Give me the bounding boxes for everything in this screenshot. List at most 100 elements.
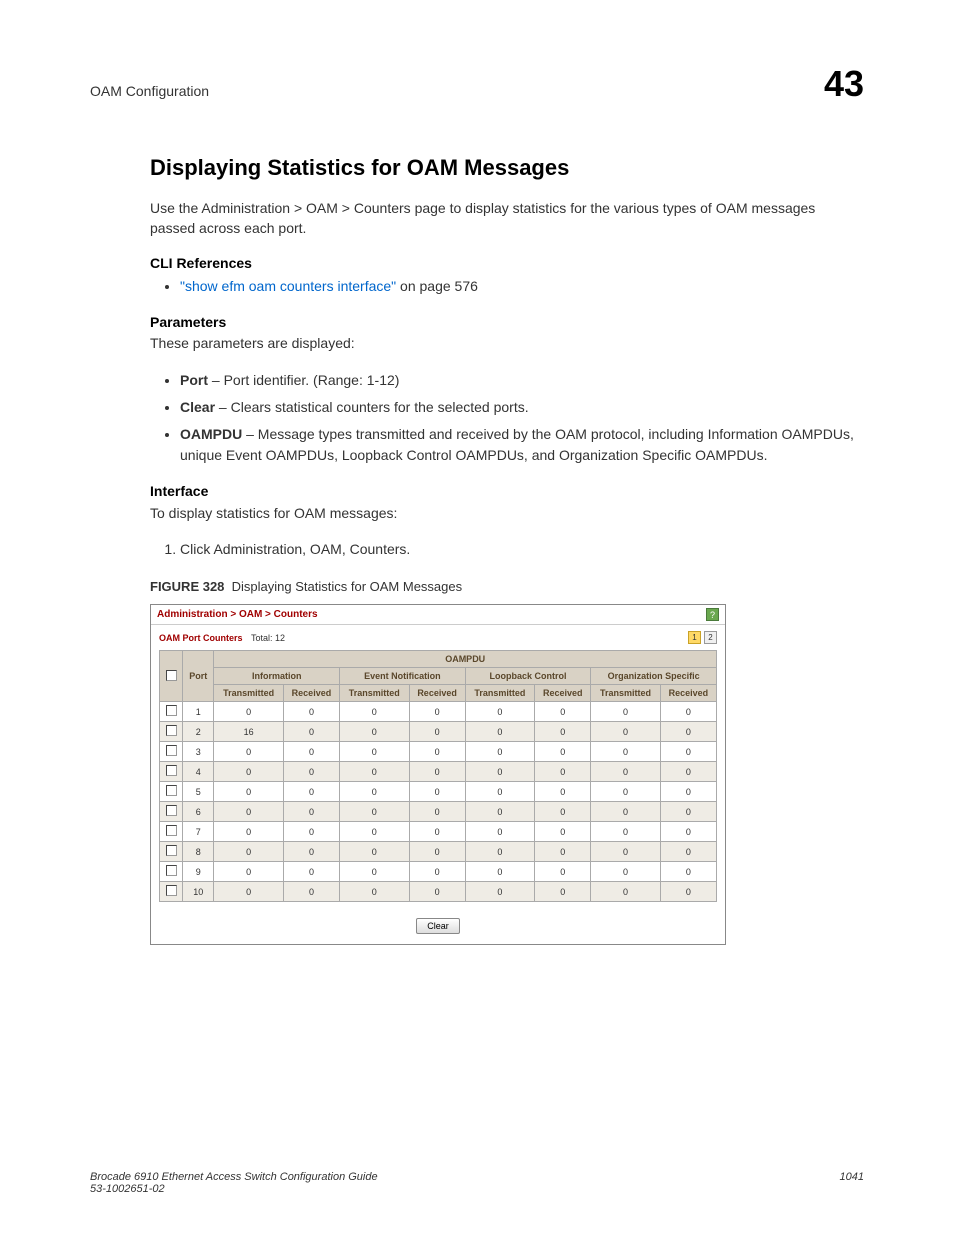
- value-cell: 0: [283, 862, 339, 882]
- value-cell: 0: [660, 882, 716, 902]
- value-cell: 0: [214, 742, 283, 762]
- value-cell: 0: [660, 802, 716, 822]
- group-header: Information: [214, 668, 340, 685]
- port-cell: 1: [183, 702, 214, 722]
- cli-link[interactable]: "show efm oam counters interface": [180, 278, 396, 294]
- footer-title: Brocade 6910 Ethernet Access Switch Conf…: [90, 1171, 378, 1183]
- value-cell: 0: [409, 742, 465, 762]
- interface-intro: To display statistics for OAM messages:: [150, 504, 864, 524]
- checkbox-icon[interactable]: [166, 845, 177, 856]
- value-cell: 0: [409, 762, 465, 782]
- port-cell: 9: [183, 862, 214, 882]
- page-badge-2[interactable]: 2: [704, 631, 717, 644]
- counters-bar: OAM Port Counters Total: 12 1 2: [151, 625, 725, 650]
- sub-header: Transmitted: [214, 685, 283, 702]
- value-cell: 0: [340, 802, 409, 822]
- counters-total: Total: 12: [251, 633, 285, 643]
- cli-list: "show efm oam counters interface" on pag…: [150, 276, 864, 297]
- params-list: Port – Port identifier. (Range: 1-12) Cl…: [150, 370, 864, 466]
- table-row: 400000000: [160, 762, 717, 782]
- value-cell: 0: [283, 762, 339, 782]
- checkbox-icon[interactable]: [166, 725, 177, 736]
- checkbox-icon[interactable]: [166, 805, 177, 816]
- value-cell: 0: [660, 742, 716, 762]
- value-cell: 0: [214, 802, 283, 822]
- params-intro: These parameters are displayed:: [150, 334, 864, 354]
- row-checkbox-cell[interactable]: [160, 742, 183, 762]
- checkbox-icon[interactable]: [166, 785, 177, 796]
- param-item: OAMPDU – Message types transmitted and r…: [180, 424, 864, 466]
- value-cell: 0: [535, 762, 591, 782]
- checkbox-icon[interactable]: [166, 865, 177, 876]
- sub-header: Received: [283, 685, 339, 702]
- row-checkbox-cell[interactable]: [160, 722, 183, 742]
- checkbox-icon[interactable]: [166, 670, 177, 681]
- param-name: OAMPDU: [180, 426, 242, 442]
- value-cell: 0: [340, 742, 409, 762]
- help-icon[interactable]: ?: [706, 608, 719, 621]
- row-checkbox-cell[interactable]: [160, 862, 183, 882]
- value-cell: 0: [591, 742, 660, 762]
- table-row: 900000000: [160, 862, 717, 882]
- cli-suffix: on page 576: [396, 278, 478, 294]
- row-checkbox-cell[interactable]: [160, 782, 183, 802]
- sub-header: Received: [409, 685, 465, 702]
- table-row: 1000000000: [160, 882, 717, 902]
- checkbox-icon[interactable]: [166, 765, 177, 776]
- value-cell: 0: [214, 822, 283, 842]
- value-cell: 0: [340, 702, 409, 722]
- param-name: Port: [180, 372, 208, 388]
- cli-item: "show efm oam counters interface" on pag…: [180, 276, 864, 297]
- checkbox-icon[interactable]: [166, 825, 177, 836]
- value-cell: 0: [535, 842, 591, 862]
- row-checkbox-cell[interactable]: [160, 882, 183, 902]
- port-cell: 10: [183, 882, 214, 902]
- table-row: 100000000: [160, 702, 717, 722]
- value-cell: 0: [409, 822, 465, 842]
- figure-screenshot: Administration > OAM > Counters ? OAM Po…: [150, 604, 726, 945]
- checkbox-icon[interactable]: [166, 885, 177, 896]
- table-row: 600000000: [160, 802, 717, 822]
- value-cell: 0: [409, 842, 465, 862]
- row-checkbox-cell[interactable]: [160, 842, 183, 862]
- row-checkbox-cell[interactable]: [160, 762, 183, 782]
- clear-button[interactable]: Clear: [416, 918, 460, 934]
- row-checkbox-cell[interactable]: [160, 802, 183, 822]
- value-cell: 0: [465, 722, 534, 742]
- port-cell: 8: [183, 842, 214, 862]
- figure-header: Administration > OAM > Counters ?: [151, 605, 725, 625]
- param-desc: – Clears statistical counters for the se…: [215, 399, 529, 415]
- group-header: Organization Specific: [591, 668, 717, 685]
- row-checkbox-cell[interactable]: [160, 822, 183, 842]
- page-badge-1[interactable]: 1: [688, 631, 701, 644]
- value-cell: 0: [283, 782, 339, 802]
- intro-text: Use the Administration > OAM > Counters …: [150, 199, 864, 238]
- port-cell: 3: [183, 742, 214, 762]
- row-checkbox-cell[interactable]: [160, 702, 183, 722]
- value-cell: 0: [465, 762, 534, 782]
- value-cell: 0: [214, 882, 283, 902]
- value-cell: 0: [591, 822, 660, 842]
- value-cell: 0: [465, 842, 534, 862]
- value-cell: 0: [465, 702, 534, 722]
- checkbox-icon[interactable]: [166, 705, 177, 716]
- value-cell: 0: [214, 862, 283, 882]
- checkbox-header[interactable]: [160, 651, 183, 702]
- value-cell: 0: [283, 802, 339, 822]
- sub-header: Received: [660, 685, 716, 702]
- table-row: 500000000: [160, 782, 717, 802]
- value-cell: 0: [535, 862, 591, 882]
- param-desc: – Message types transmitted and received…: [180, 426, 854, 463]
- value-cell: 0: [214, 702, 283, 722]
- value-cell: 0: [409, 802, 465, 822]
- checkbox-icon[interactable]: [166, 745, 177, 756]
- chapter-number: 43: [824, 63, 864, 105]
- value-cell: 0: [214, 762, 283, 782]
- port-header: Port: [183, 651, 214, 702]
- value-cell: 0: [409, 722, 465, 742]
- value-cell: 0: [660, 722, 716, 742]
- value-cell: 0: [283, 882, 339, 902]
- value-cell: 0: [340, 862, 409, 882]
- sub-header: Transmitted: [591, 685, 660, 702]
- table-row: 800000000: [160, 842, 717, 862]
